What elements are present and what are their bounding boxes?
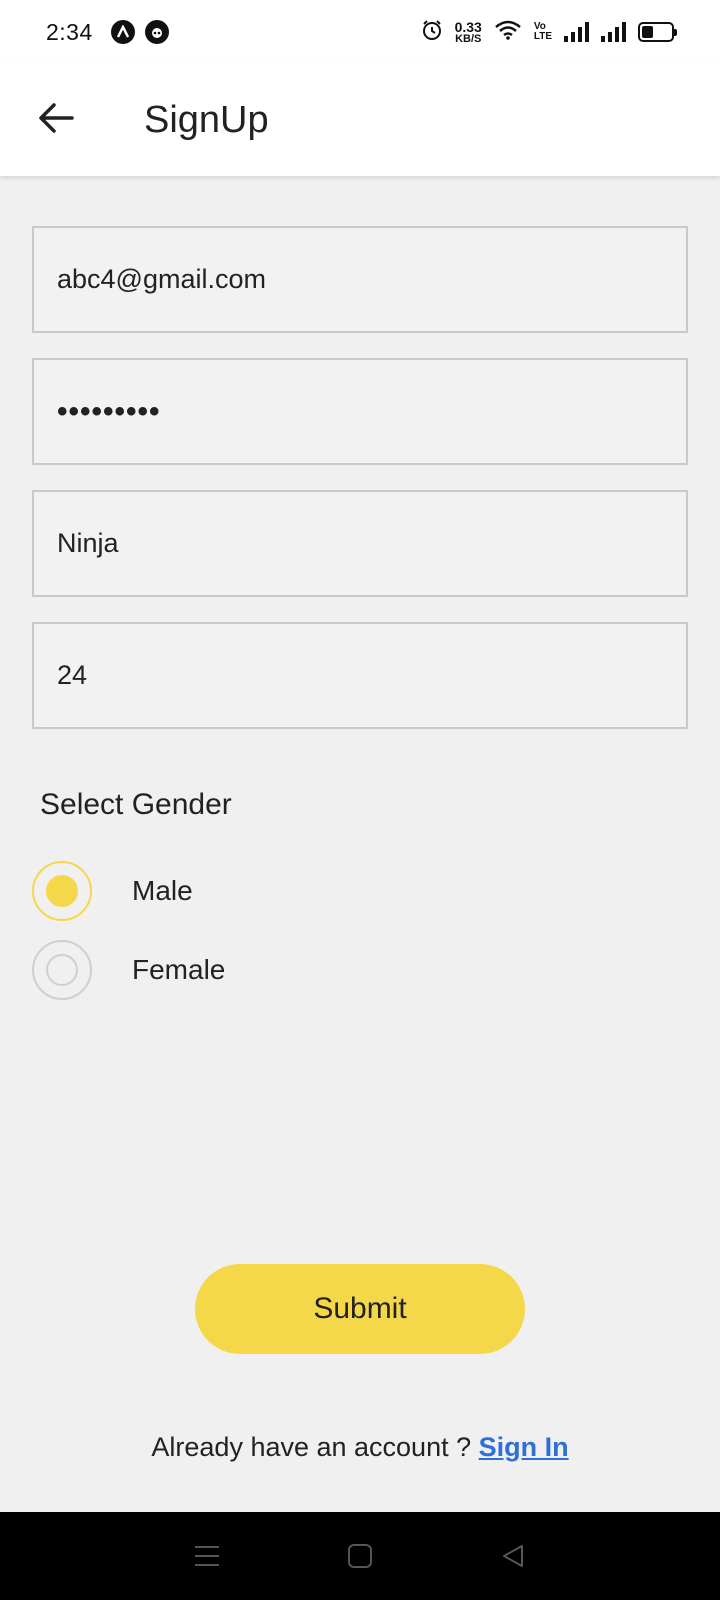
email-field-value: abc4@gmail.com — [57, 264, 266, 294]
name-field-value: Ninja — [57, 528, 119, 558]
notification-icons — [110, 20, 169, 44]
net-speed: 0.33 KB/S — [455, 20, 482, 45]
password-field[interactable]: ••••••••• — [32, 358, 688, 465]
page-title: SignUp — [144, 98, 269, 141]
panda-icon — [144, 20, 169, 44]
status-time: 2:34 — [46, 18, 93, 45]
alarm-icon — [421, 19, 443, 46]
gender-option-male[interactable]: Male — [32, 861, 193, 921]
radio-dot — [46, 954, 78, 986]
system-nav-bar — [0, 1512, 720, 1600]
radio-label-male: Male — [132, 875, 193, 906]
net-speed-value: 0.33 — [454, 18, 482, 35]
volte-bottom: LTE — [533, 31, 552, 42]
back-button[interactable] — [26, 90, 86, 150]
radio-dot — [46, 875, 78, 907]
status-bar: 2:34 0.33 KB/S Vo LTE — [0, 0, 720, 64]
app-a-icon — [110, 20, 135, 44]
signal-icon — [601, 22, 626, 42]
signal-icon — [564, 22, 589, 42]
arrow-left-icon — [38, 102, 74, 139]
back-triangle-icon[interactable] — [493, 1536, 533, 1576]
submit-button[interactable]: Submit — [195, 1264, 525, 1354]
radio-female[interactable] — [32, 940, 92, 1000]
signin-prompt-line: Already have an account ? Sign In — [0, 1432, 720, 1463]
radio-male[interactable] — [32, 861, 92, 921]
password-field-value: ••••••••• — [57, 394, 161, 428]
net-speed-unit: KB/S — [455, 32, 482, 45]
battery-icon — [638, 22, 677, 42]
name-field[interactable]: Ninja — [32, 490, 688, 597]
radio-label-female: Female — [132, 954, 226, 985]
status-right: 0.33 KB/S Vo LTE — [421, 19, 677, 46]
app-bar: SignUp — [0, 64, 720, 176]
age-field[interactable]: 24 — [32, 622, 688, 729]
gender-label: Select Gender — [40, 788, 232, 821]
email-field[interactable]: abc4@gmail.com — [32, 226, 688, 333]
signin-link[interactable]: Sign In — [479, 1432, 569, 1462]
age-field-value: 24 — [57, 660, 88, 690]
wifi-icon — [494, 20, 522, 45]
menu-icon[interactable] — [187, 1536, 227, 1576]
gender-option-female[interactable]: Female — [32, 940, 225, 1000]
volte-icon: Vo LTE — [534, 22, 552, 42]
signin-prompt: Already have an account ? — [151, 1432, 479, 1462]
home-square-icon[interactable] — [340, 1536, 380, 1576]
battery-level — [642, 26, 654, 38]
